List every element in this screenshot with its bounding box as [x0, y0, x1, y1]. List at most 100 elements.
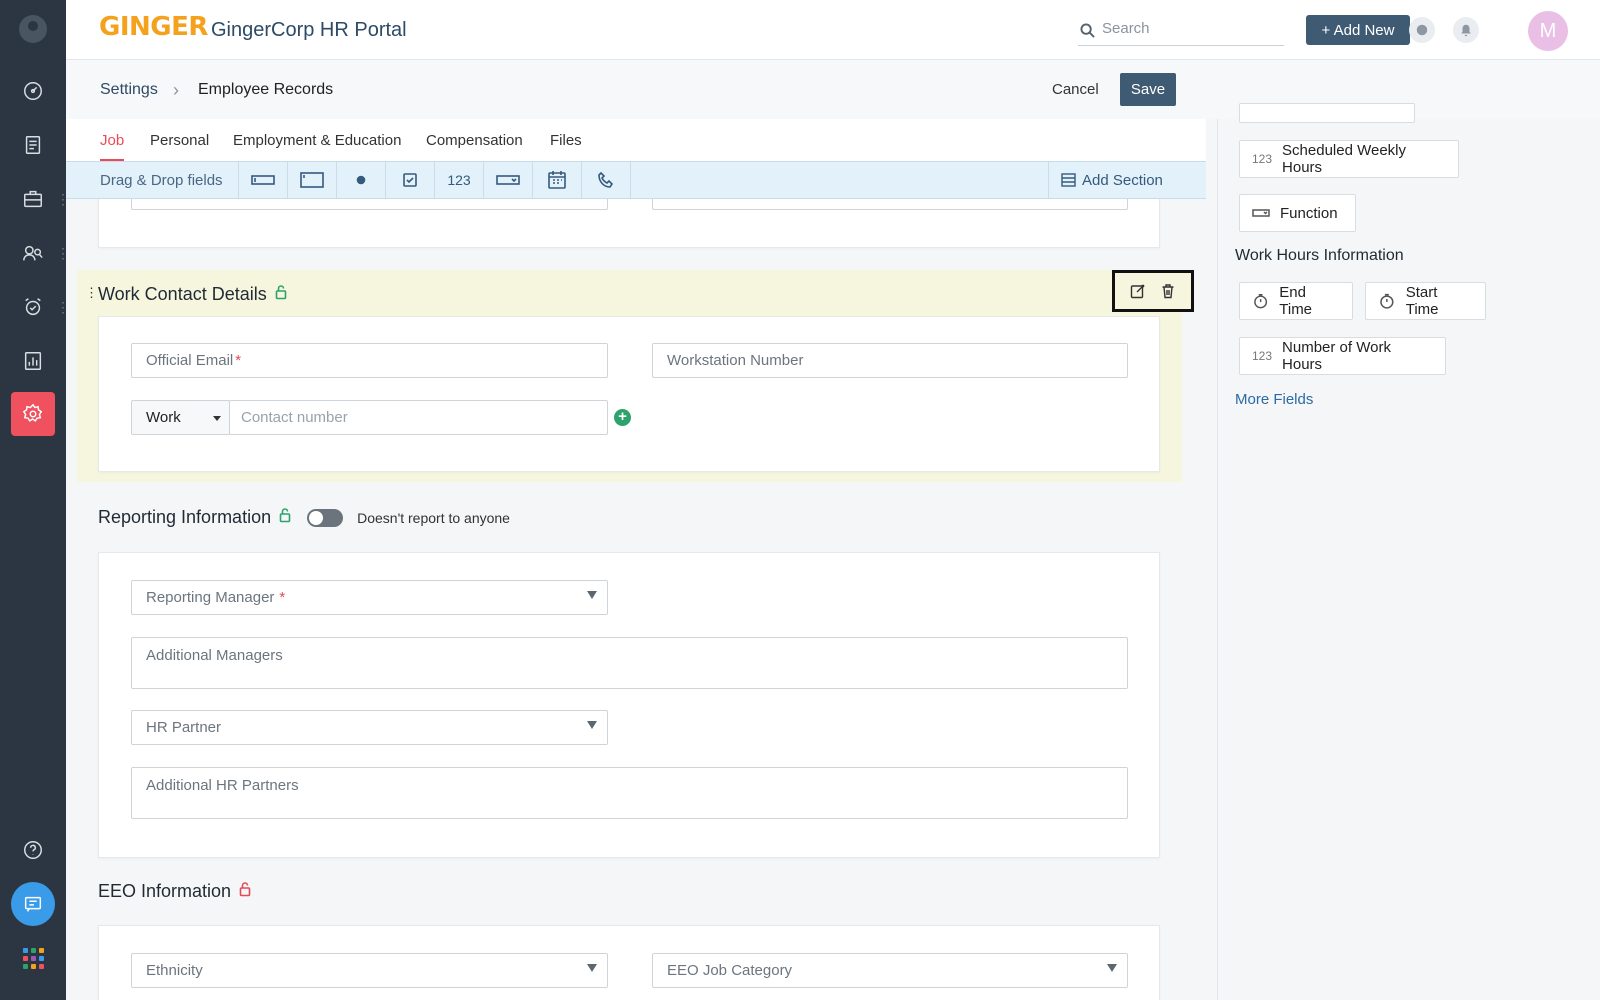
dropdown-caret-icon	[587, 591, 597, 599]
dropdown-icon[interactable]	[483, 162, 532, 198]
required-asterisk: *	[235, 352, 242, 369]
reports-icon[interactable]	[11, 339, 55, 383]
chat-bubble-icon[interactable]	[1409, 17, 1435, 43]
reporting-manager-select[interactable]: Reporting Manager *	[131, 580, 608, 615]
add-new-button[interactable]: + Add New	[1306, 15, 1410, 45]
chip-label: Start Time	[1405, 284, 1439, 318]
profile-icon[interactable]	[19, 15, 47, 43]
documents-icon[interactable]	[11, 123, 55, 167]
tab-compensation[interactable]: Compensation	[426, 132, 523, 149]
save-button[interactable]: Save	[1120, 73, 1176, 106]
top-header: GINGER GingerCorp HR Portal + Add New M	[66, 0, 1600, 60]
user-avatar[interactable]: M	[1528, 11, 1568, 51]
cancel-button[interactable]: Cancel	[1052, 81, 1099, 98]
chip-label: Function	[1280, 204, 1338, 222]
briefcase-more-icon[interactable]	[56, 191, 70, 208]
portal-title: GingerCorp HR Portal	[211, 19, 407, 41]
alarm-clock-icon[interactable]	[11, 285, 55, 329]
additional-hr-partners-field[interactable]: Additional HR Partners	[131, 767, 1128, 819]
toggle-label: Doesn't report to anyone	[357, 509, 510, 526]
number-icon: 123	[1252, 152, 1273, 166]
number-icon[interactable]: 123	[434, 162, 483, 198]
drag-drop-label: Drag & Drop fields	[100, 172, 223, 189]
dashboard-icon[interactable]	[11, 69, 55, 113]
field-chip-scheduled-weekly-hours[interactable]: 123 Scheduled Weekly Hours	[1239, 140, 1459, 178]
settings-gear-icon[interactable]	[11, 392, 55, 436]
reporting-manager-label: Reporting Manager	[146, 589, 275, 606]
breadcrumb-settings-link[interactable]: Settings	[100, 81, 158, 99]
breadcrumb-current: Employee Records	[198, 81, 334, 98]
field-chip-partial[interactable]	[1239, 103, 1415, 123]
briefcase-icon[interactable]	[11, 177, 55, 221]
field-chip-number-of-work-hours[interactable]: 123 Number of Work Hours	[1239, 337, 1446, 375]
lock-icon	[275, 284, 287, 305]
reporting-title-text: Reporting Information	[98, 507, 272, 527]
phone-icon[interactable]	[581, 162, 630, 198]
search-input[interactable]	[1102, 20, 1282, 37]
work-contact-card: Official Email * Workstation Number Work …	[98, 316, 1160, 472]
notification-bell-icon[interactable]	[1453, 17, 1479, 43]
add-contact-plus-icon[interactable]: +	[614, 409, 631, 426]
work-contact-section[interactable]: ⋮ Work Contact Details Official Email * W…	[77, 270, 1194, 482]
tab-files[interactable]: Files	[550, 132, 582, 149]
delete-trash-icon[interactable]	[1160, 283, 1176, 299]
field-chip-function[interactable]: Function	[1239, 194, 1356, 232]
official-email-field[interactable]: Official Email *	[131, 343, 608, 378]
dropdown-caret-icon	[1107, 964, 1117, 972]
official-email-label: Official Email	[146, 352, 234, 369]
eeo-job-category-label: EEO Job Category	[667, 962, 793, 979]
eeo-card: Ethnicity EEO Job Category	[98, 925, 1160, 1000]
edit-icon[interactable]	[1130, 283, 1146, 299]
chip-label: Number of Work Hours	[1282, 339, 1391, 373]
ethnicity-label: Ethnicity	[146, 962, 203, 979]
breadcrumb-chevron-icon: ›	[173, 80, 179, 100]
time-more-icon[interactable]	[56, 299, 70, 316]
required-asterisk: *	[279, 589, 286, 606]
timer-icon	[1380, 293, 1394, 309]
phone-type-value: Work	[146, 409, 181, 426]
lock-icon	[239, 881, 251, 902]
tab-personal[interactable]: Personal	[150, 132, 209, 149]
calendar-icon[interactable]	[532, 162, 581, 198]
reporting-card: Reporting Manager * Additional Managers H…	[98, 552, 1160, 858]
people-more-icon[interactable]	[56, 245, 70, 262]
drag-handle-icon[interactable]: ⋮	[85, 285, 98, 301]
add-section-button[interactable]: Add Section	[1048, 162, 1206, 198]
eeo-title-text: EEO Information	[98, 881, 232, 901]
drag-drop-fields-bar: Drag & Drop fields 123 Add Section	[66, 161, 1206, 199]
eeo-job-category-select[interactable]: EEO Job Category	[652, 953, 1128, 988]
dnd-divider	[630, 162, 631, 198]
contact-number-input[interactable]: Contact number	[229, 400, 608, 435]
additional-managers-field[interactable]: Additional Managers	[131, 637, 1128, 689]
record-tabs: Job Personal Employment & Education Comp…	[66, 119, 1206, 161]
tab-employment-education[interactable]: Employment & Education	[233, 132, 401, 149]
multi-line-icon[interactable]	[287, 162, 336, 198]
radio-icon[interactable]	[336, 162, 385, 198]
workstation-number-field[interactable]: Workstation Number	[652, 343, 1128, 378]
more-fields-link[interactable]: More Fields	[1235, 391, 1313, 408]
work-contact-title-text: Work Contact Details	[98, 284, 267, 304]
people-search-icon[interactable]	[11, 231, 55, 275]
chip-label: Scheduled Weekly Hours	[1282, 142, 1406, 176]
left-sidebar	[0, 0, 70, 1000]
ethnicity-select[interactable]: Ethnicity	[131, 953, 608, 988]
help-icon[interactable]	[11, 828, 55, 872]
additional-hr-partners-label: Additional HR Partners	[146, 777, 299, 794]
dropdown-caret-icon	[587, 964, 597, 972]
field-library-panel: 123 Scheduled Weekly Hours Function Work…	[1217, 103, 1600, 1000]
field-chip-start-time[interactable]: Start Time	[1365, 282, 1486, 320]
tab-job[interactable]: Job	[100, 132, 125, 161]
hr-partner-select[interactable]: HR Partner	[131, 710, 608, 745]
checkbox-icon[interactable]	[385, 162, 434, 198]
single-line-icon[interactable]	[238, 162, 287, 198]
search-box[interactable]	[1078, 16, 1284, 46]
phone-type-select[interactable]: Work	[131, 400, 230, 435]
work-hours-heading: Work Hours Information	[1235, 247, 1404, 264]
phone-type-caret-icon	[213, 416, 221, 421]
ginger-logo[interactable]: GINGER	[99, 12, 208, 42]
field-chip-end-time[interactable]: End Time	[1239, 282, 1353, 320]
add-section-label: Add Section	[1082, 171, 1163, 189]
chat-icon[interactable]	[11, 882, 55, 926]
apps-grid-icon[interactable]	[11, 936, 55, 980]
reports-to-anyone-toggle[interactable]	[307, 508, 344, 527]
